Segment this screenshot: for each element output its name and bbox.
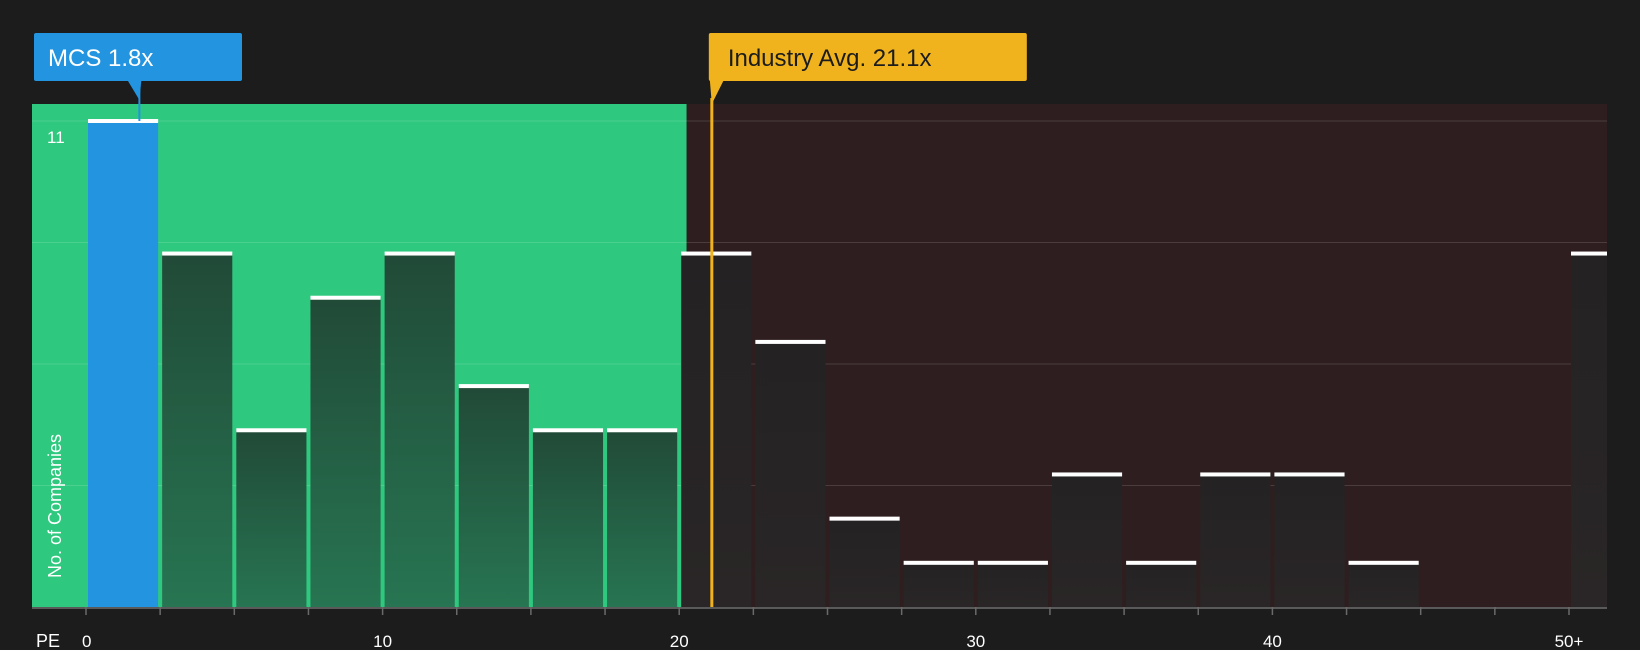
company-callout-pointer (127, 80, 142, 100)
bar-top-cap (1571, 251, 1607, 256)
bar-top-cap (1126, 560, 1197, 565)
bar-top-cap (1200, 472, 1271, 477)
bar-top-cap (310, 295, 381, 300)
bar (755, 341, 826, 607)
bar (829, 518, 900, 607)
x-tick-label: 50+ (1555, 632, 1584, 650)
bar-top-cap (458, 384, 529, 389)
bar (1200, 474, 1271, 607)
bar (1126, 562, 1197, 607)
bar-top-cap (532, 428, 604, 433)
x-axis-title: PE (36, 631, 60, 650)
bar-top-cap (755, 339, 826, 344)
bar-top-cap (681, 251, 752, 256)
bar (458, 386, 529, 607)
company-callout-label: MCS 1.8x (48, 45, 153, 72)
bar (1051, 474, 1123, 607)
bar-top-cap (903, 560, 974, 565)
industry-callout-pointer (709, 80, 724, 104)
bar (384, 253, 455, 607)
pe-distribution-chart: 0 10 20 30 40 50+ PE 11 No. of Companies Industr… (0, 0, 1640, 650)
bar-top-cap (384, 251, 455, 256)
bar (1274, 474, 1345, 607)
bar-top-cap (236, 428, 307, 433)
bar (1348, 562, 1419, 607)
bar-top-cap (607, 428, 678, 433)
bar-top-cap (977, 560, 1048, 565)
chart-svg: 0 10 20 30 40 50+ PE 11 No. of Companies Industr… (32, 33, 1607, 650)
bar (532, 430, 604, 607)
bar-company-bin (88, 121, 159, 607)
x-tick-label: 20 (670, 632, 689, 650)
x-tick-label: 40 (1263, 632, 1282, 650)
bar (162, 253, 233, 607)
bar-top-cap (88, 119, 159, 123)
bar (236, 430, 307, 607)
bar-top-cap (829, 516, 900, 521)
bar (1571, 253, 1607, 607)
bar-top-cap (162, 251, 233, 256)
bar (977, 562, 1048, 607)
bar-top-cap (1274, 472, 1345, 477)
y-max-tick-label: 11 (47, 128, 65, 147)
bar (607, 430, 678, 607)
x-tick-label: 0 (82, 632, 91, 650)
y-axis-title: No. of Companies (45, 434, 65, 578)
x-tick-label: 30 (966, 632, 985, 650)
bar (903, 562, 974, 607)
bar-top-cap (1051, 472, 1123, 477)
x-tick-label: 10 (373, 632, 392, 650)
industry-callout-label: Industry Avg. 21.1x (728, 45, 932, 72)
bar (310, 297, 381, 607)
bar-top-cap (1348, 560, 1419, 565)
x-axis: 0 10 20 30 40 50+ PE (32, 607, 1607, 650)
bar (681, 253, 752, 607)
